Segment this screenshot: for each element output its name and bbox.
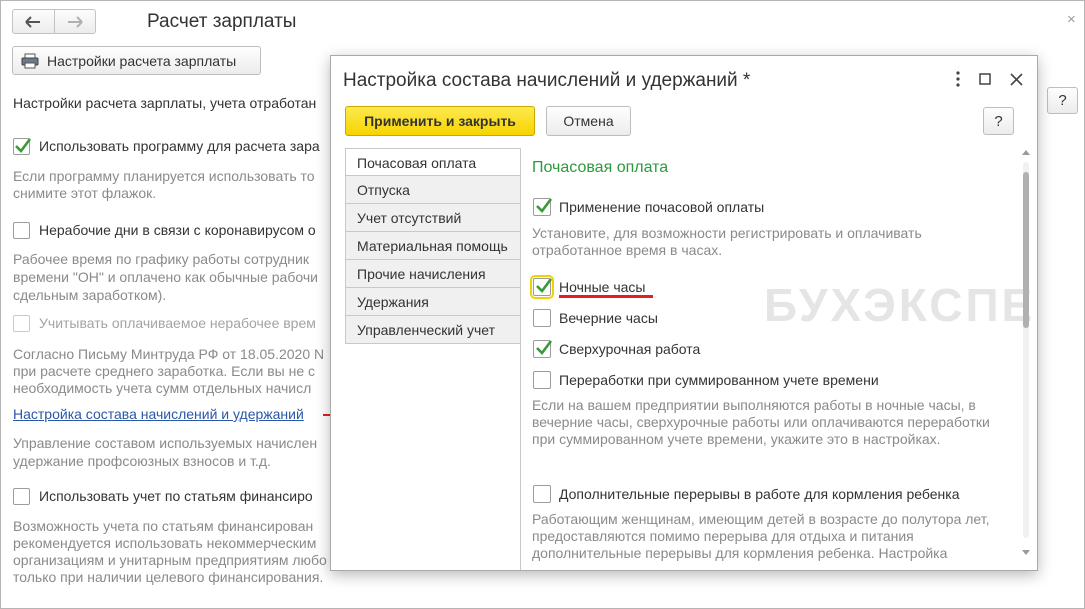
overtime-label: Сверхурочная работа xyxy=(559,341,701,357)
checkmark-icon xyxy=(536,198,553,213)
watermark: БУХЭКСПЕРТ xyxy=(764,279,1037,331)
tab-hourly-pay[interactable]: Почасовая оплата xyxy=(345,148,521,176)
finance-items-checkbox[interactable] xyxy=(13,488,30,505)
use-program-desc-line: Если программу планируется использовать … xyxy=(13,168,315,184)
letter-desc-line: при расчете среднего заработка. Если вы … xyxy=(13,363,316,379)
checkmark-icon xyxy=(15,138,32,153)
settings-tabs: Почасовая оплата Отпуска Учет отсутствий… xyxy=(345,148,521,344)
use-program-checkbox[interactable] xyxy=(13,138,32,155)
scrollbar[interactable] xyxy=(1021,148,1033,555)
tab-other-accruals[interactable]: Прочие начисления xyxy=(345,260,521,288)
cancel-button[interactable]: Отмена xyxy=(546,106,631,136)
dialog-window-controls xyxy=(956,71,1023,87)
page-title: Расчет зарплаты xyxy=(147,11,297,32)
tab-absence[interactable]: Учет отсутствий xyxy=(345,204,521,232)
letter-desc-line: Согласно Письму Минтруда РФ от 18.05.202… xyxy=(13,346,325,362)
tab-vacations[interactable]: Отпуска xyxy=(345,176,521,204)
checkmark-icon xyxy=(536,340,553,355)
letter-desc-line: необходимость учета сумм отдельных начис… xyxy=(13,380,312,396)
nonworking-days-label: Нерабочие дни в связи с коронавирусом о xyxy=(39,222,316,238)
annotation-underline xyxy=(559,295,653,298)
overtime-checkbox[interactable] xyxy=(533,340,553,358)
hourly-pay-desc: Установите, для возможности регистрирова… xyxy=(532,225,922,258)
nonworking-days-checkbox[interactable] xyxy=(13,222,30,239)
checkmark-icon xyxy=(536,278,553,293)
overwork-desc: Если на вашем предприятии выполняются ра… xyxy=(532,397,990,447)
scrollbar-thumb[interactable] xyxy=(1023,172,1029,328)
finance-desc-line: только при наличии целевого финансирован… xyxy=(13,569,324,585)
printer-icon xyxy=(21,53,39,69)
tab-deductions[interactable]: Удержания xyxy=(345,288,521,316)
night-hours-checkbox[interactable] xyxy=(530,275,554,299)
finance-items-label: Использовать учет по статьям финансиро xyxy=(39,488,313,504)
scroll-up-icon[interactable] xyxy=(1022,150,1030,155)
paid-nonworking-label: Учитывать оплачиваемое нерабочее врем xyxy=(39,315,316,331)
apply-and-close-button[interactable]: Применить и закрыть xyxy=(345,106,535,136)
use-program-label: Использовать программу для расчета зара xyxy=(39,138,320,154)
evening-hours-checkbox[interactable] xyxy=(533,309,551,327)
maximize-icon[interactable] xyxy=(979,73,991,85)
finance-desc-line: организациям и унитарным предприятиям лю… xyxy=(13,552,327,568)
payroll-settings-button[interactable]: Настройки расчета зарплаты xyxy=(12,46,261,75)
close-icon[interactable] xyxy=(1010,72,1023,86)
tab-management[interactable]: Управленческий учет xyxy=(345,316,521,344)
arrow-left-icon xyxy=(25,15,41,28)
evening-hours-label: Вечерние часы xyxy=(559,310,658,326)
breaks-checkbox[interactable] xyxy=(533,485,551,503)
tab-financial-aid[interactable]: Материальная помощь xyxy=(345,232,521,260)
scroll-down-icon[interactable] xyxy=(1022,550,1030,555)
nonworking-desc-line: времени "ОН" и оплачено как обычные рабо… xyxy=(13,269,318,285)
accruals-settings-dialog: Настройка состава начислений и удержаний… xyxy=(330,55,1038,571)
tabs-divider xyxy=(520,148,521,570)
finance-desc-line: Возможность учета по статьям финансирова… xyxy=(13,518,314,534)
hourly-pay-checkbox[interactable] xyxy=(533,198,553,216)
link-desc-line: удержание профсоюзных взносов и т.д. xyxy=(13,453,271,469)
nonworking-desc-line: Рабочее время по графику работы сотрудни… xyxy=(13,251,309,267)
navigation-buttons xyxy=(12,9,96,34)
night-hours-label: Ночные часы xyxy=(559,279,646,295)
breaks-label: Дополнительные перерывы в работе для кор… xyxy=(559,486,960,502)
accruals-settings-link[interactable]: Настройка состава начислений и удержаний xyxy=(13,406,304,422)
finance-desc-line: рекомендуется использовать некоммерчески… xyxy=(13,535,317,551)
link-desc-line: Управление составом используемых начисле… xyxy=(13,435,318,451)
arrow-right-icon xyxy=(67,15,83,28)
hourly-pay-label: Применение почасовой оплаты xyxy=(559,199,765,215)
nonworking-desc-line: сдельным заработком). xyxy=(13,287,167,303)
help-button[interactable]: ? xyxy=(983,107,1014,135)
paid-nonworking-checkbox[interactable] xyxy=(13,315,30,332)
overwork-label: Переработки при суммированном учете врем… xyxy=(559,372,879,388)
dialog-title: Настройка состава начислений и удержаний… xyxy=(343,70,751,91)
breaks-desc: Работающим женщинам, имеющим детей в воз… xyxy=(532,511,990,561)
more-vertical-icon[interactable] xyxy=(956,71,960,87)
payroll-settings-label: Настройки расчета зарплаты xyxy=(47,52,237,69)
back-button[interactable] xyxy=(13,10,54,33)
overwork-checkbox[interactable] xyxy=(533,371,551,389)
close-icon[interactable]: × xyxy=(1067,11,1076,28)
forward-button[interactable] xyxy=(53,10,96,33)
section-title: Почасовая оплата xyxy=(532,159,669,176)
help-button[interactable]: ? xyxy=(1047,87,1078,114)
use-program-desc-line: снимите этот флажок. xyxy=(13,185,157,201)
intro-text: Настройки расчета зарплаты, учета отрабо… xyxy=(13,95,317,111)
